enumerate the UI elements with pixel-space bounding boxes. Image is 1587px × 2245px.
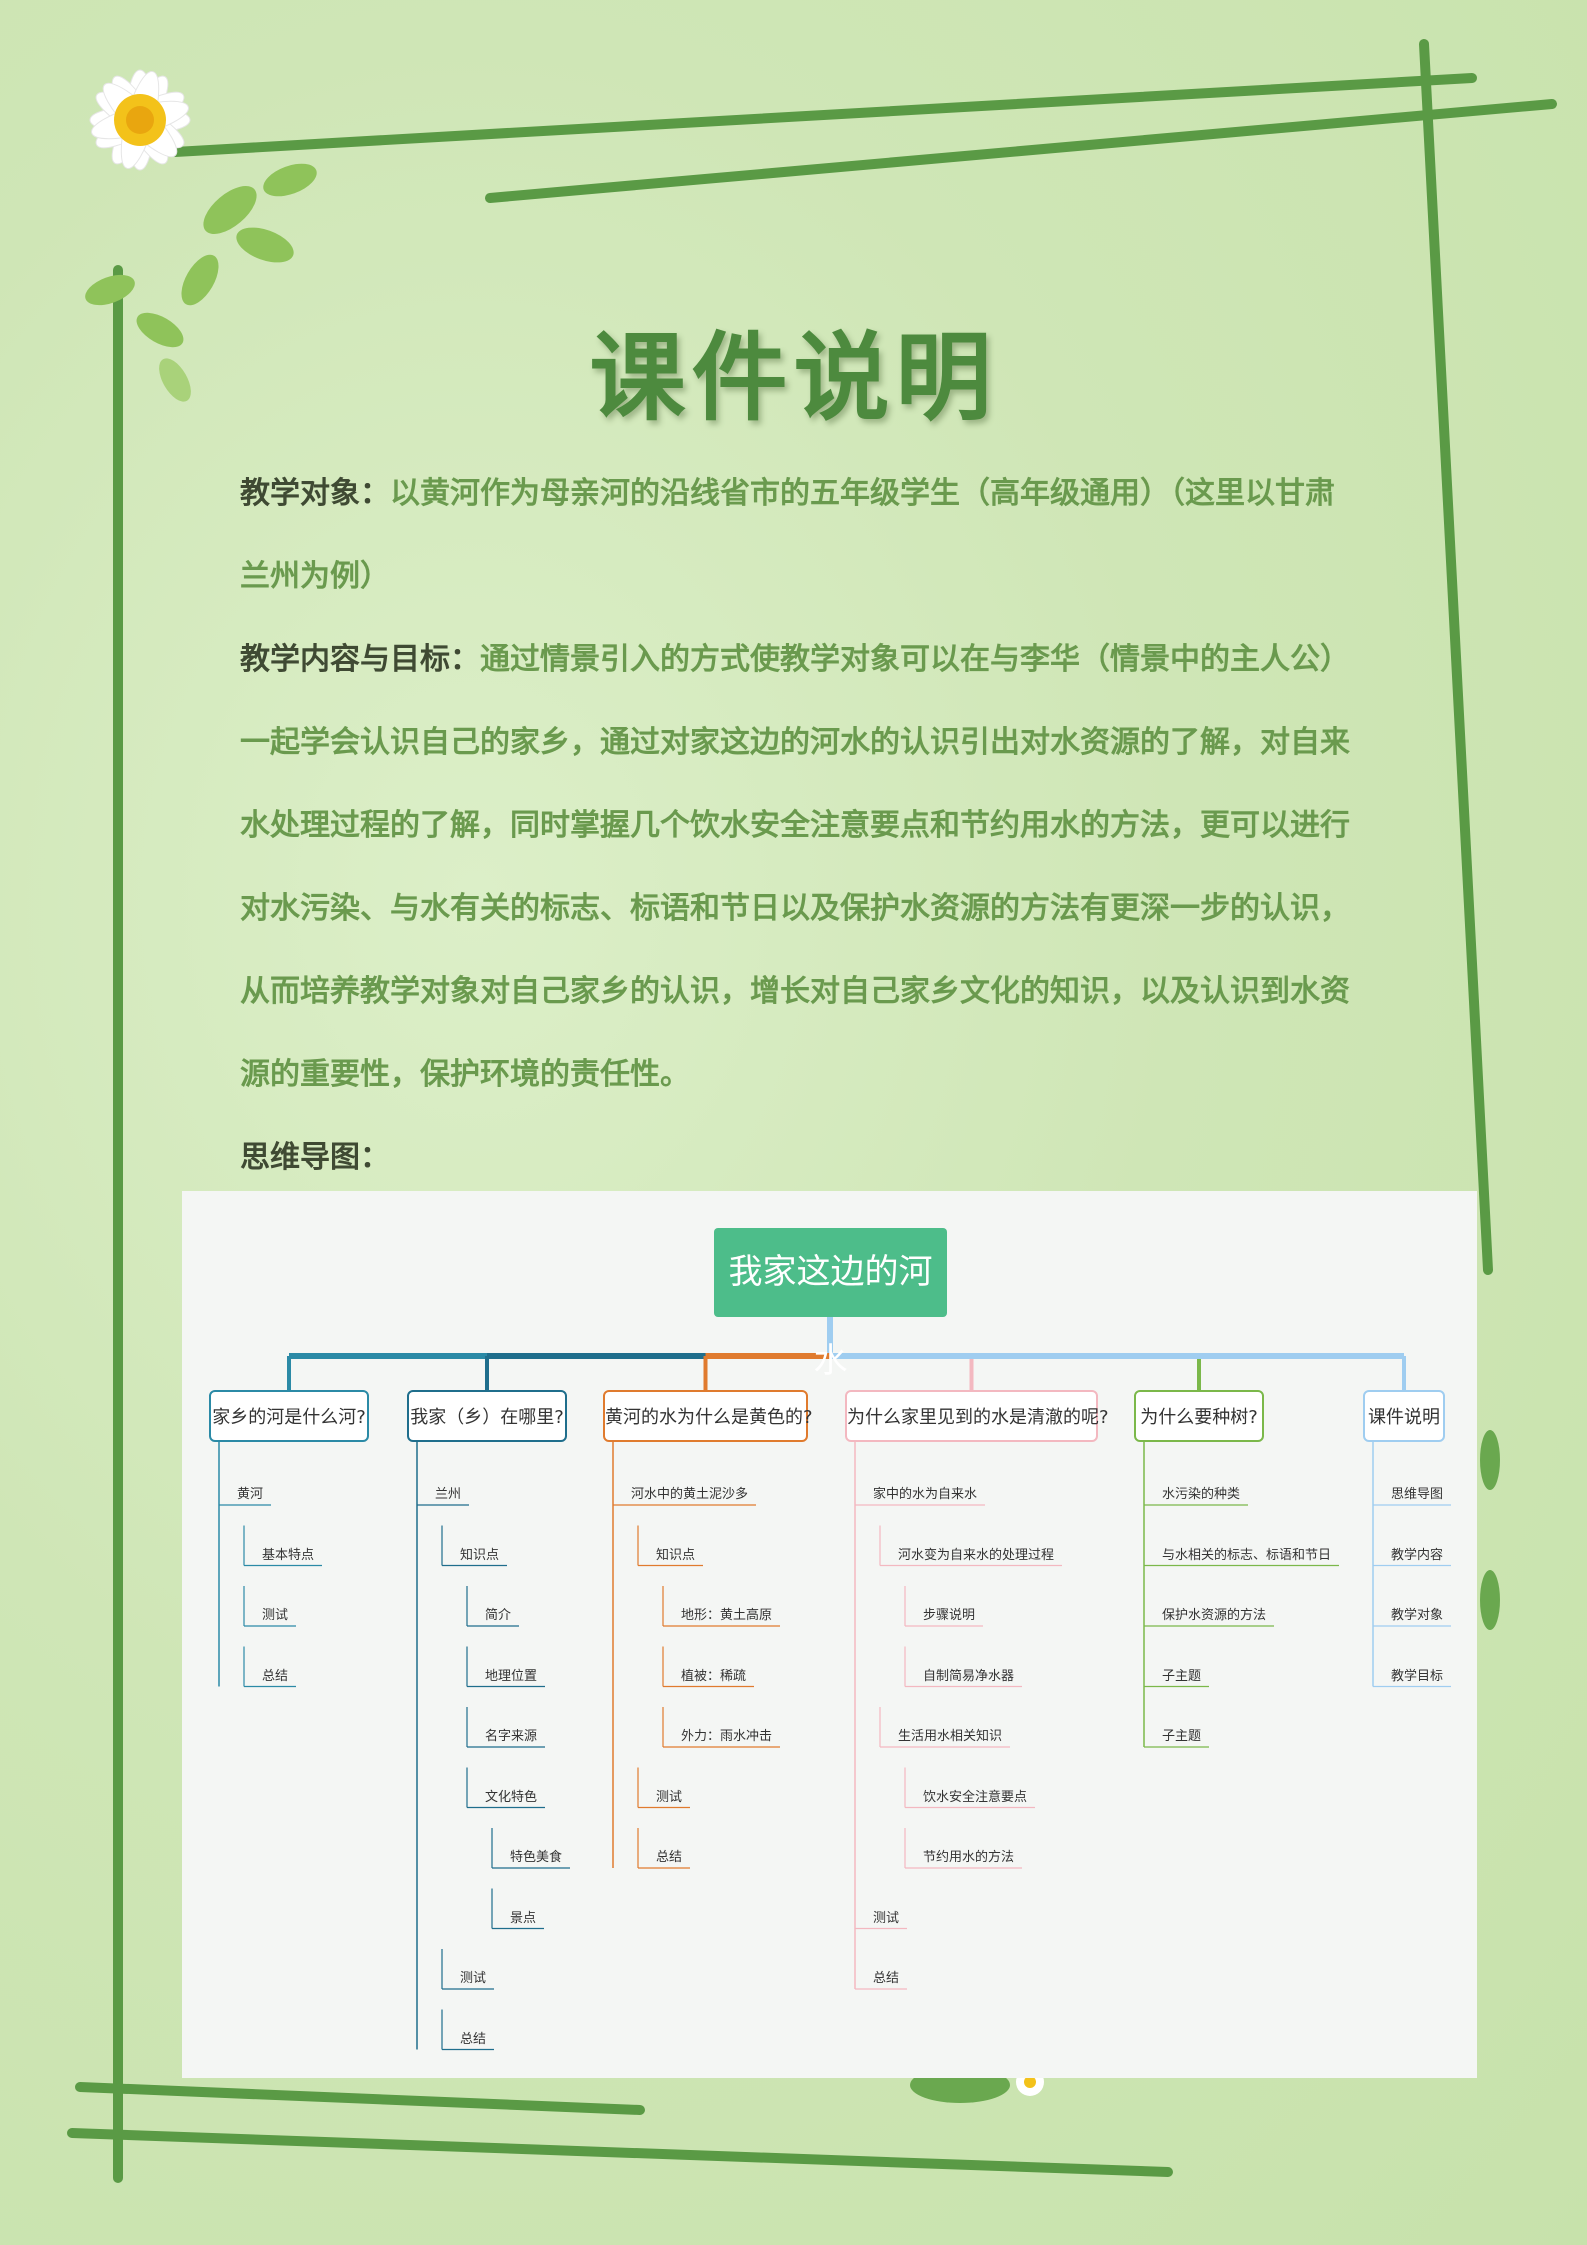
frame-line-right — [1419, 39, 1493, 1275]
right-leaves-decoration — [1480, 1430, 1500, 1630]
mindmap-leaf: 基本特点 — [262, 1547, 315, 1563]
object-text: 以黄河作为母亲河的沿线省市的五年级学生（高年级通用）（这里以甘肃兰州为例） — [240, 476, 1335, 594]
mindmap-leaf: 总结 — [873, 1971, 900, 1986]
mindmap-leaf: 植被：稀疏 — [681, 1668, 747, 1684]
goal-paragraph: 教学内容与目标：通过情景引入的方式使教学对象可以在与李华（情景中的主人公）一起学… — [240, 618, 1350, 1116]
frame-line-top — [170, 73, 1477, 157]
mindmap-leaf: 总结 — [460, 2031, 487, 2047]
mindmap-leaf: 知识点 — [460, 1547, 500, 1563]
mindmap-leaf: 地理位置 — [485, 1668, 538, 1684]
mindmap-leaf: 思维导图 — [1391, 1487, 1444, 1502]
mindmap-leaf: 简介 — [485, 1608, 512, 1623]
mindmap-branch: 为什么要种树? — [1134, 1390, 1264, 1442]
object-paragraph: 教学对象：以黄河作为母亲河的沿线省市的五年级学生（高年级通用）（这里以甘肃兰州为… — [240, 452, 1350, 618]
mindmap-leaf: 节约用水的方法 — [923, 1850, 1015, 1865]
mindmap-leaf: 自制简易净水器 — [923, 1668, 1015, 1684]
mindmap-leaf: 子主题 — [1162, 1729, 1202, 1744]
goal-text: 通过情景引入的方式使教学对象可以在与李华（情景中的主人公）一起学会认识自己的家乡… — [240, 642, 1350, 1092]
mindmap-leaf: 河水变为自来水的处理过程 — [898, 1547, 1055, 1563]
mindmap-label-paragraph: 思维导图： — [240, 1116, 1350, 1199]
mindmap-leaf: 生活用水相关知识 — [898, 1729, 1003, 1744]
mindmap-leaf: 测试 — [460, 1971, 487, 1986]
frame-line-top-2 — [485, 99, 1557, 203]
mindmap-leaf: 教学对象 — [1391, 1608, 1444, 1623]
mindmap-leaf: 黄河 — [237, 1487, 264, 1502]
mindmap-branch: 课件说明 — [1363, 1390, 1445, 1442]
content-body: 教学对象：以黄河作为母亲河的沿线省市的五年级学生（高年级通用）（这里以甘肃兰州为… — [240, 452, 1350, 1199]
mindmap-label: 思维导图： — [240, 1140, 390, 1175]
mindmap-branch: 为什么家里见到的水是清澈的呢? — [845, 1390, 1109, 1442]
mindmap-leaf: 子主题 — [1162, 1668, 1202, 1684]
page: 课件说明 教学对象：以黄河作为母亲河的沿线省市的五年级学生（高年级通用）（这里以… — [0, 0, 1587, 2245]
mindmap-leaf: 教学内容 — [1391, 1547, 1444, 1563]
mindmap-branch: 家乡的河是什么河? — [209, 1390, 369, 1442]
goal-label: 教学内容与目标： — [240, 642, 480, 677]
mindmap-branch: 黄河的水为什么是黄色的? — [603, 1390, 813, 1442]
page-title: 课件说明 — [589, 322, 998, 434]
mindmap-leaf: 保护水资源的方法 — [1162, 1608, 1267, 1623]
mindmap-leaf: 教学目标 — [1391, 1668, 1444, 1684]
mindmap-leaf: 外力：雨水冲击 — [681, 1729, 773, 1744]
mindmap-leaf: 与水相关的标志、标语和节日 — [1162, 1547, 1332, 1563]
mindmap-leaf: 河水中的黄土泥沙多 — [631, 1487, 749, 1502]
mindmap-leaf: 测试 — [873, 1910, 900, 1926]
mindmap-leaf: 总结 — [656, 1850, 683, 1865]
mindmap-leaf: 特色美食 — [510, 1850, 563, 1865]
mindmap-root: 我家这边的河水 — [714, 1228, 947, 1381]
mindmap-leaf: 文化特色 — [485, 1789, 538, 1805]
mindmap-leaf: 兰州 — [435, 1487, 462, 1502]
mindmap-leaf: 测试 — [656, 1789, 683, 1805]
mindmap-leaf: 步骤说明 — [923, 1608, 976, 1623]
object-label: 教学对象： — [240, 476, 390, 511]
mindmap-leaf: 水污染的种类 — [1162, 1487, 1241, 1502]
mindmap-leaf: 家中的水为自来水 — [873, 1487, 978, 1502]
frame-line-bottom-2 — [67, 2128, 1173, 2177]
mindmap: 我家这边的河水 家乡的河是什么河? 黄河 基本特点 测试 总结 我家（乡）在哪里? 兰州 知识… — [182, 1191, 1477, 2078]
mindmap-leaf: 知识点 — [656, 1547, 696, 1563]
mindmap-branch: 我家（乡）在哪里? — [407, 1390, 567, 1442]
mindmap-leaf: 饮水安全注意要点 — [923, 1789, 1028, 1805]
mindmap-leaf: 名字来源 — [485, 1729, 538, 1744]
mindmap-leaf: 景点 — [510, 1910, 537, 1926]
mindmap-leaf: 地形：黄土高原 — [681, 1608, 773, 1623]
mindmap-leaf: 总结 — [262, 1668, 289, 1684]
frame-line-bottom — [75, 2082, 645, 2115]
mindmap-leaf: 测试 — [262, 1608, 289, 1623]
